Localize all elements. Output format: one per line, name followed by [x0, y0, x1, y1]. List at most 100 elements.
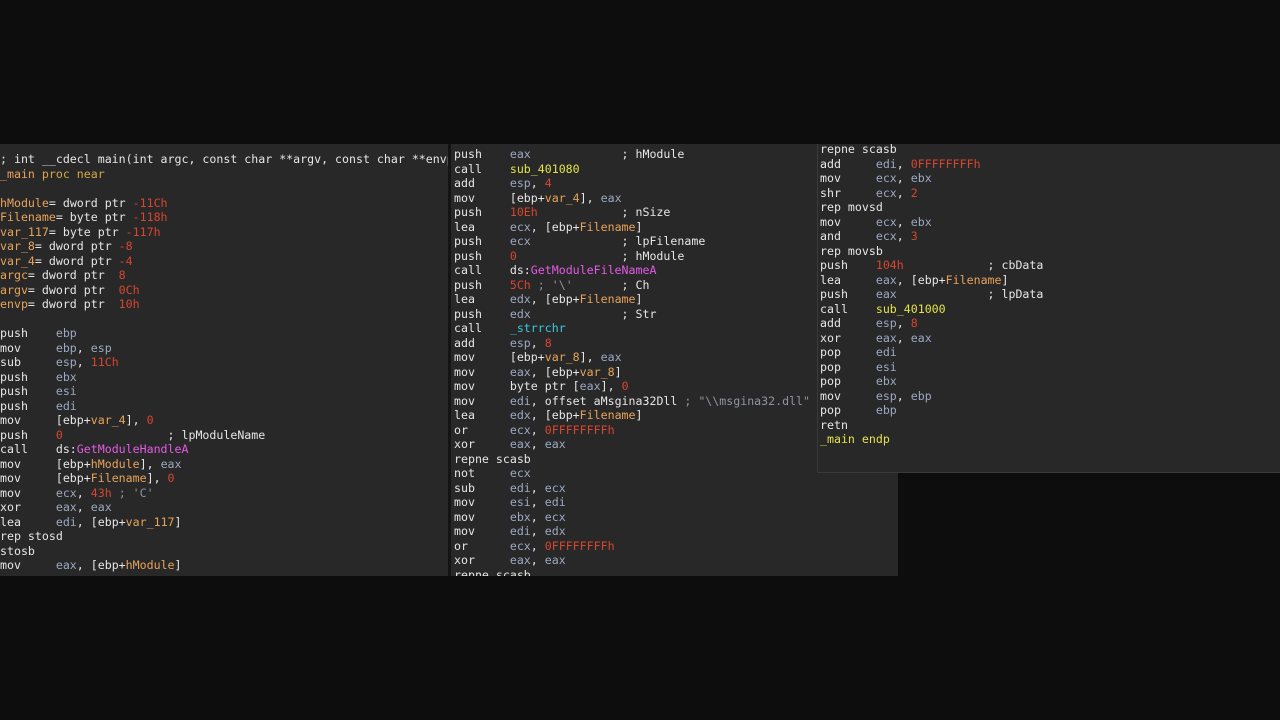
- code-line[interactable]: _main endp: [820, 432, 1043, 447]
- code-line[interactable]: push eax ; hModule: [454, 147, 810, 162]
- code-line[interactable]: push 10Eh ; nSize: [454, 205, 810, 220]
- code-line[interactable]: push eax ; lpData: [820, 287, 1043, 302]
- code-line[interactable]: call _strrchr: [454, 321, 810, 336]
- code-line[interactable]: hModule= dword ptr -11Ch: [0, 196, 448, 211]
- code-token: mov: [820, 388, 876, 403]
- code-line[interactable]: pop esi: [820, 360, 1043, 375]
- code-line[interactable]: mov esp, ebp: [820, 389, 1043, 404]
- code-token: ,: [76, 485, 91, 500]
- code-line[interactable]: push 5Ch ; '\' ; Ch: [454, 278, 810, 293]
- code-line[interactable]: mov [ebp+hModule], eax: [0, 457, 448, 472]
- code-line[interactable]: mov esi, edi: [454, 495, 810, 510]
- code-line[interactable]: mov byte ptr [eax], 0: [454, 379, 810, 394]
- code-line[interactable]: or ecx, 0FFFFFFFFh: [454, 423, 810, 438]
- code-line[interactable]: argc= dword ptr 8: [0, 268, 448, 283]
- code-line[interactable]: [0, 312, 448, 327]
- code-line[interactable]: call sub_401080: [454, 162, 810, 177]
- code-line[interactable]: xor eax, eax: [454, 553, 810, 568]
- code-line[interactable]: call sub_401000: [820, 302, 1043, 317]
- code-line[interactable]: var_4= dword ptr -4: [0, 254, 448, 269]
- code-line[interactable]: add esp, 8: [820, 316, 1043, 331]
- code-line[interactable]: push edi: [0, 399, 448, 414]
- code-line[interactable]: call ds:GetModuleFileNameA: [454, 263, 810, 278]
- code-line[interactable]: mov ecx, ebx: [820, 171, 1043, 186]
- code-line[interactable]: sub edi, ecx: [454, 481, 810, 496]
- code-line[interactable]: mov eax, [ebp+var_8]: [454, 365, 810, 380]
- code-line[interactable]: pop ebx: [820, 374, 1043, 389]
- code-line[interactable]: push 0 ; hModule: [454, 249, 810, 264]
- code-line[interactable]: rep movsb: [820, 244, 1043, 259]
- code-line[interactable]: mov edi, edx: [454, 524, 810, 539]
- code-line[interactable]: repne scasb: [454, 452, 810, 467]
- code-token: ds:: [55, 442, 77, 456]
- code-line[interactable]: xor eax, eax: [454, 437, 810, 452]
- code-line[interactable]: mov ecx, 43h ; 'C': [0, 486, 448, 501]
- code-line[interactable]: ; int __cdecl main(int argc, const char …: [0, 152, 448, 167]
- code-line[interactable]: push esi: [0, 384, 448, 399]
- code-line[interactable]: and ecx, 3: [820, 229, 1043, 244]
- code-line[interactable]: mov [ebp+var_4], 0: [0, 413, 448, 428]
- code-line[interactable]: mov [ebp+var_4], eax: [454, 191, 810, 206]
- code-line[interactable]: xor eax, eax: [820, 331, 1043, 346]
- code-line[interactable]: pop ebp: [820, 403, 1043, 418]
- code-line[interactable]: mov ebx, ecx: [454, 510, 810, 525]
- code-line[interactable]: push 104h ; cbData: [820, 258, 1043, 273]
- code-line[interactable]: rep movsd: [820, 200, 1043, 215]
- code-line[interactable]: Filename= byte ptr -118h: [0, 210, 448, 225]
- graph-node-main-epilogue[interactable]: repne scasb add edi, 0FFFFFFFFh mov ecx, e…: [817, 144, 1280, 473]
- code-token: 8: [910, 316, 918, 330]
- code-token: ecx: [544, 480, 566, 495]
- code-line[interactable]: retn: [820, 418, 1043, 433]
- code-line[interactable]: _main proc near: [0, 167, 448, 182]
- code-token: ebx: [55, 369, 77, 384]
- code-line[interactable]: add edi, 0FFFFFFFFh: [820, 157, 1043, 172]
- code-token: push: [454, 234, 510, 248]
- code-line[interactable]: mov ecx, ebx: [820, 215, 1043, 230]
- code-token: eax: [55, 500, 77, 514]
- code-token: push: [820, 287, 876, 301]
- code-token: edi: [875, 156, 897, 171]
- code-line[interactable]: mov eax, [ebp+hModule]: [0, 558, 448, 573]
- code-line[interactable]: push ebp: [0, 326, 448, 341]
- code-line[interactable]: add esp, 8: [454, 336, 810, 351]
- code-line[interactable]: sub esp, 11Ch: [0, 355, 448, 370]
- code-line[interactable]: mov edi, offset aMsgina32Dll ; "\\msgina…: [454, 394, 810, 409]
- code-line[interactable]: mov [ebp+var_8], eax: [454, 350, 810, 365]
- code-token: ]: [174, 514, 182, 529]
- code-token: ebx: [910, 214, 932, 229]
- code-line[interactable]: push ebx: [0, 370, 448, 385]
- code-line[interactable]: stosb: [0, 544, 448, 559]
- code-line[interactable]: shr ecx, 2: [820, 186, 1043, 201]
- code-token: ; lpFilename: [530, 234, 706, 248]
- code-line[interactable]: lea edx, [ebp+Filename]: [454, 408, 810, 423]
- code-line[interactable]: xor eax, eax: [0, 500, 448, 515]
- code-line[interactable]: repne scasb: [454, 568, 810, 577]
- code-line[interactable]: [0, 181, 448, 196]
- code-line[interactable]: add esp, 4: [454, 176, 810, 191]
- disassembly-listing: repne scasb add edi, 0FFFFFFFFh mov ecx, e…: [820, 144, 1043, 447]
- code-token: push: [0, 326, 56, 340]
- code-line[interactable]: var_117= byte ptr -117h: [0, 225, 448, 240]
- code-line[interactable]: envp= dword ptr 10h: [0, 297, 448, 312]
- code-line[interactable]: lea edx, [ebp+Filename]: [454, 292, 810, 307]
- code-token: ; '\': [530, 277, 573, 292]
- code-line[interactable]: lea edi, [ebp+var_117]: [0, 515, 448, 530]
- code-token: 0FFFFFFFFh: [544, 538, 615, 553]
- code-line[interactable]: lea eax, [ebp+Filename]: [820, 273, 1043, 288]
- code-line[interactable]: repne scasb: [820, 144, 1043, 157]
- code-line[interactable]: mov [ebp+Filename], 0: [0, 471, 448, 486]
- code-line[interactable]: call ds:GetModuleHandleA: [0, 442, 448, 457]
- code-line[interactable]: argv= dword ptr 0Ch: [0, 283, 448, 298]
- code-line[interactable]: rep stosd: [0, 529, 448, 544]
- code-line[interactable]: or ecx, 0FFFFFFFFh: [454, 539, 810, 554]
- code-line[interactable]: push 0 ; lpModuleName: [0, 428, 448, 443]
- code-line[interactable]: pop edi: [820, 345, 1043, 360]
- code-line[interactable]: lea ecx, [ebp+Filename]: [454, 220, 810, 235]
- code-line[interactable]: push ecx ; lpFilename: [454, 234, 810, 249]
- code-line[interactable]: not ecx: [454, 466, 810, 481]
- graph-node-main-prologue[interactable]: ; int __cdecl main(int argc, const char …: [0, 144, 448, 576]
- code-token: = byte ptr: [55, 210, 133, 224]
- code-line[interactable]: push edx ; Str: [454, 307, 810, 322]
- code-line[interactable]: mov ebp, esp: [0, 341, 448, 356]
- code-line[interactable]: var_8= dword ptr -8: [0, 239, 448, 254]
